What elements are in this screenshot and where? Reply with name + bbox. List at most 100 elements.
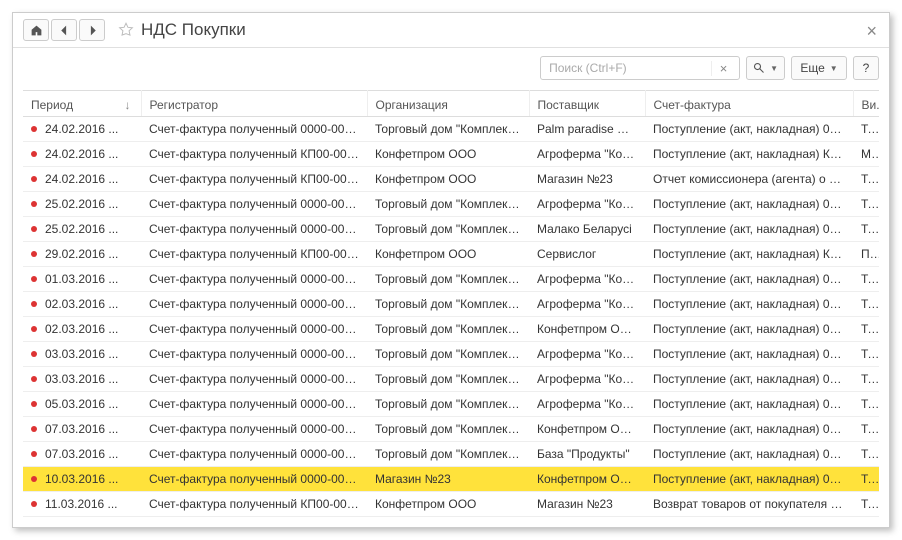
cell-registrar: Счет-фактура полученный 0000-000050 ... [141, 367, 367, 392]
table-row[interactable]: 25.02.2016 ...Счет-фактура полученный 00… [23, 192, 879, 217]
back-button[interactable] [51, 19, 77, 41]
table-row[interactable]: 02.03.2016 ...Счет-фактура полученный 00… [23, 317, 879, 342]
more-button[interactable]: Еще ▼ [791, 56, 847, 80]
titlebar: НДС Покупки × [13, 13, 889, 48]
table-row[interactable]: 24.02.2016 ...Счет-фактура полученный 00… [23, 117, 879, 142]
help-button[interactable]: ? [853, 56, 879, 80]
table-row[interactable]: 02.03.2016 ... Счет-фактура полученный 00… [23, 292, 879, 317]
cell-invoice: Отчет комиссионера (агента) о про... [645, 167, 853, 192]
cell-period: 11.03.2016 ... [45, 497, 118, 511]
cell-organization: Торговый дом "Комплексный... [367, 367, 529, 392]
col-header-organization[interactable]: Организация [367, 91, 529, 117]
cell-organization: Конфетпром ООО [367, 142, 529, 167]
cell-invoice: Поступление (акт, накладная) 0000... [645, 442, 853, 467]
record-dot-icon [31, 276, 37, 282]
cell-kind: Тов... [853, 442, 879, 467]
cell-kind: Ма... [853, 142, 879, 167]
cell-period: 24.02.2016 ... [45, 172, 118, 186]
table-row[interactable]: 03.03.2016 ...Счет-фактура полученный 00… [23, 342, 879, 367]
col-header-period[interactable]: Период ↓ [23, 91, 141, 117]
cell-period: 24.02.2016 ... [45, 147, 118, 161]
cell-organization: Торговый дом "Комплексный... [367, 392, 529, 417]
clear-search-icon[interactable]: × [711, 61, 735, 76]
main-window: НДС Покупки × × ▼ Еще ▼ ? Период ↓ [12, 12, 890, 528]
cell-registrar: Счет-фактура полученный 0000-000048 ... [141, 392, 367, 417]
more-label: Еще [800, 61, 824, 75]
table-row[interactable]: 07.03.2016 ...Счет-фактура полученный 00… [23, 442, 879, 467]
cell-registrar: Счет-фактура полученный 0000-000046 ... [141, 292, 367, 317]
cell-organization: Торговый дом "Комплексный... [367, 267, 529, 292]
cell-supplier: Агроферма "Коро... [529, 392, 645, 417]
table-row[interactable]: 05.03.2016 ...Счет-фактура полученный 00… [23, 392, 879, 417]
record-dot-icon [31, 226, 37, 232]
cell-organization: Торговый дом "Комплексный... [367, 417, 529, 442]
col-header-supplier[interactable]: Поставщик [529, 91, 645, 117]
cell-kind: Тов... [853, 317, 879, 342]
table-row[interactable]: 29.02.2016 ...Счет-фактура полученный КП… [23, 242, 879, 267]
cell-registrar: Счет-фактура полученный 0000-000051 ... [141, 417, 367, 442]
page-title: НДС Покупки [141, 20, 246, 40]
cell-registrar: Счет-фактура полученный 0000-000044 ... [141, 217, 367, 242]
table-row[interactable]: 24.02.2016 ...Счет-фактура полученный КП… [23, 167, 879, 192]
search-options-button[interactable]: ▼ [746, 56, 785, 80]
record-dot-icon [31, 351, 37, 357]
cell-period: 01.03.2016 ... [45, 272, 118, 286]
cell-kind: Тов... [853, 217, 879, 242]
record-dot-icon [31, 426, 37, 432]
table-header-row: Период ↓ Регистратор Организация Поставщ… [23, 91, 879, 117]
cell-period: 25.02.2016 ... [45, 197, 118, 211]
cell-invoice: Поступление (акт, накладная) 0000... [645, 217, 853, 242]
cell-registrar: Счет-фактура полученный 0000-000049 ... [141, 317, 367, 342]
col-header-invoice[interactable]: Счет-фактура [645, 91, 853, 117]
cell-period: 10.03.2016 ... [45, 472, 118, 486]
cell-registrar: Счет-фактура полученный КП00-000031 ... [141, 492, 367, 517]
search-box[interactable]: × [540, 56, 740, 80]
cell-kind: Тов... [853, 342, 879, 367]
cell-organization: Торговый дом "Комплексный... [367, 292, 529, 317]
cell-kind: Тов... [853, 117, 879, 142]
cell-supplier: Palm paradise me... [529, 117, 645, 142]
cell-invoice: Поступление (акт, накладная) 0000... [645, 467, 853, 492]
cell-supplier: Конфетпром ООО [529, 467, 645, 492]
table-row[interactable]: 01.03.2016 ... Счет-фактура полученный 00… [23, 267, 879, 292]
cell-organization: Торговый дом "Комплексный... [367, 317, 529, 342]
record-dot-icon [31, 126, 37, 132]
cell-supplier: Агроферма "Коро... [529, 292, 645, 317]
cell-registrar: Счет-фактура полученный 0000-000045 ... [141, 267, 367, 292]
forward-button[interactable] [79, 19, 105, 41]
cell-invoice: Поступление (акт, накладная) КП0... [645, 142, 853, 167]
cell-supplier: Магазин №23 [529, 167, 645, 192]
cell-supplier: База "Продукты" [529, 442, 645, 467]
home-button[interactable] [23, 19, 49, 41]
table-row[interactable]: 11.03.2016 ... Счет-фактура полученный КП… [23, 492, 879, 517]
table-row[interactable]: 10.03.2016 ...Счет-фактура полученный 00… [23, 467, 879, 492]
data-table-container: Период ↓ Регистратор Организация Поставщ… [13, 90, 889, 527]
cell-supplier: Сервислог [529, 242, 645, 267]
cell-kind: Тов... [853, 167, 879, 192]
cell-registrar: Счет-фактура полученный 0000-000047 ... [141, 342, 367, 367]
favorite-star-icon[interactable] [115, 19, 137, 41]
cell-kind: Тов... [853, 367, 879, 392]
cell-supplier: Магазин №23 [529, 492, 645, 517]
record-dot-icon [31, 151, 37, 157]
cell-kind: Тов... [853, 467, 879, 492]
cell-organization: Магазин №23 [367, 467, 529, 492]
cell-period: 02.03.2016 ... [45, 297, 118, 311]
cell-supplier: Агроферма "Коро... [529, 267, 645, 292]
table-row[interactable]: 07.03.2016 ...Счет-фактура полученный 00… [23, 417, 879, 442]
col-header-kind[interactable]: Ви... [853, 91, 879, 117]
table-row[interactable]: 25.02.2016 ...Счет-фактура полученный 00… [23, 217, 879, 242]
record-dot-icon [31, 451, 37, 457]
cell-organization: Торговый дом "Комплексный... [367, 117, 529, 142]
cell-organization: Торговый дом "Комплексный... [367, 217, 529, 242]
close-button[interactable]: × [866, 21, 877, 42]
cell-organization: Торговый дом "Комплексный... [367, 192, 529, 217]
record-dot-icon [31, 176, 37, 182]
table-row[interactable]: 24.02.2016 ...Счет-фактура полученный КП… [23, 142, 879, 167]
table-row[interactable]: 03.03.2016 ...Счет-фактура полученный 00… [23, 367, 879, 392]
cell-supplier: Агроферма "Коро... [529, 342, 645, 367]
search-input[interactable] [541, 61, 711, 75]
col-header-registrar[interactable]: Регистратор [141, 91, 367, 117]
cell-kind: Тов... [853, 417, 879, 442]
cell-invoice: Поступление (акт, накладная) 0000... [645, 417, 853, 442]
